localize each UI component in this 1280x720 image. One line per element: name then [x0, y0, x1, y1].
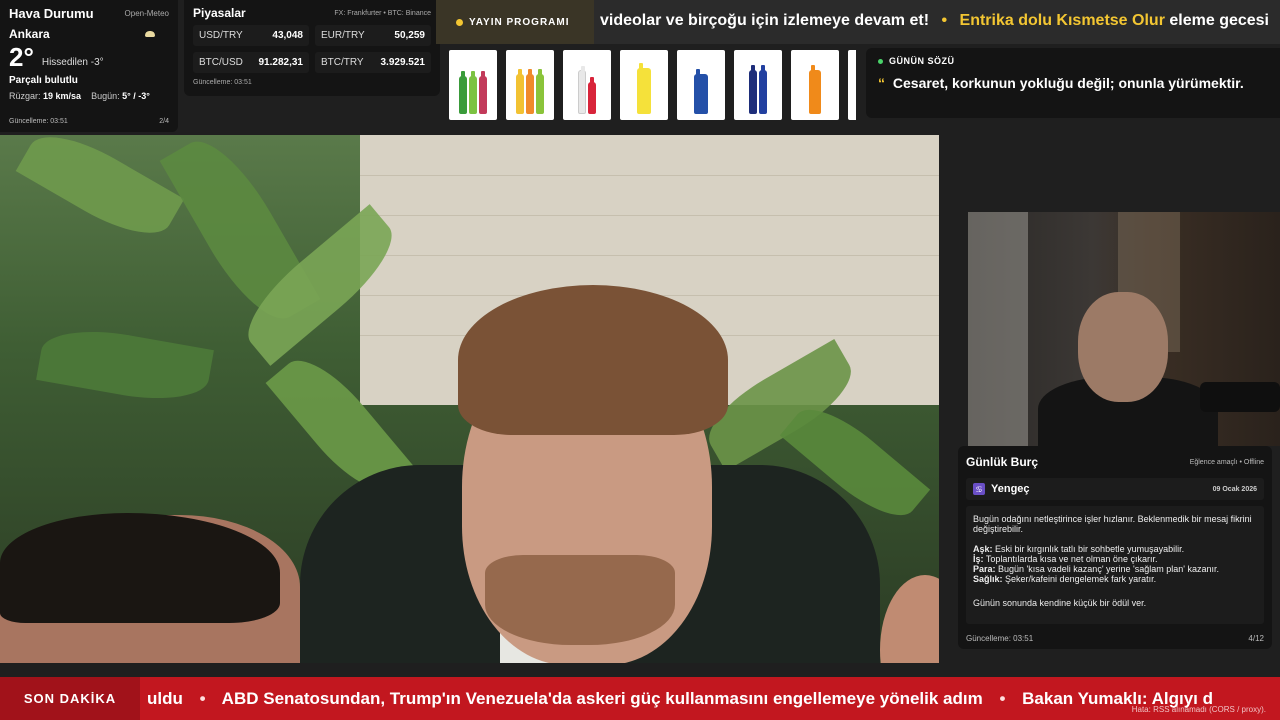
wind-value: 19 km/sa: [43, 91, 82, 101]
market-label: EUR/TRY: [321, 30, 365, 41]
weather-title: Hava Durumu: [9, 6, 94, 21]
zodiac-sign: Yengeç: [991, 483, 1030, 495]
horoscope-page: 4/12: [1248, 634, 1264, 643]
markets-updated: Güncelleme: 03:51: [193, 79, 252, 86]
today-value: 5° / -3°: [122, 91, 150, 101]
product-image: [677, 50, 725, 120]
weather-updated: Güncelleme: 03:51: [9, 118, 68, 125]
product-image: [563, 50, 611, 120]
program-ticker: YAYIN PROGRAMI videolar ve birçoğu için …: [436, 0, 1280, 44]
weather-panel: Hava Durumu Open-Meteo Ankara 2° Hissedi…: [0, 0, 178, 132]
market-value: 50,259: [394, 30, 425, 41]
work-text: Toplantılarda kısa ve net olman öne çıka…: [985, 554, 1158, 564]
ticker-separator: •: [941, 12, 948, 29]
money-text: Bugün 'kısa vadeli kazanç' yerine 'sağla…: [998, 564, 1220, 574]
weather-page: 2/4: [159, 118, 169, 125]
product-image: [734, 50, 782, 120]
horoscope-updated: Güncelleme: 03:51: [966, 634, 1034, 643]
market-value: 91.282,31: [258, 57, 304, 68]
breaking-news-ticker: uldu • ABD Senatosundan, Trump'ın Venezu…: [147, 689, 1213, 709]
health-label: Sağlık:: [973, 574, 1003, 584]
health-text: Şeker/kafeini dengelemek fark yaratır.: [1005, 574, 1157, 584]
news-item: uldu: [147, 689, 183, 708]
person-right: [880, 575, 939, 663]
markets-panel: Piyasalar FX: Frankfurter • BTC: Binance…: [184, 0, 440, 96]
horoscope-tag: Eğlence amaçlı • Offline: [1189, 458, 1264, 466]
market-usd-try: USD/TRY 43,048: [193, 25, 309, 46]
microphone-icon: [1200, 382, 1280, 412]
main-video-feed: [0, 135, 939, 663]
horoscope-body: Bugün odağını netleştirince işler hızlan…: [966, 506, 1264, 624]
weather-temperature: 2°: [9, 42, 34, 72]
weather-source: Open-Meteo: [124, 9, 169, 18]
product-ad-strip: [444, 50, 856, 124]
webcam-door: [968, 212, 1028, 446]
market-value: 43,048: [272, 30, 303, 41]
markets-source: FX: Frankfurter • BTC: Binance: [334, 9, 431, 17]
program-badge: YAYIN PROGRAMI: [436, 0, 594, 44]
rss-error: Hata: RSS alınamadı (CORS / proxy).: [1131, 705, 1266, 714]
product-image: [449, 50, 497, 120]
horoscope-closing: Günün sonunda kendine küçük bir ödül ver…: [973, 598, 1147, 608]
ticker-highlight: Entrika dolu Kısmetse Olur: [959, 12, 1165, 29]
news-separator: •: [999, 689, 1006, 708]
zodiac-sign-icon: ♋: [973, 483, 985, 495]
breaking-news-label: SON DAKİKA: [0, 677, 140, 720]
webcam-person: [1078, 292, 1168, 402]
weather-condition: Parçalı bulutlu: [9, 75, 78, 86]
person-beard: [485, 555, 675, 645]
money-label: Para:: [973, 564, 996, 574]
ticker-item: videolar ve birçoğu için izlemeye devam …: [600, 12, 930, 29]
quote-title: GÜNÜN SÖZÜ: [889, 56, 955, 66]
ticker-item: eleme gecesi: [1169, 12, 1269, 29]
weather-details: Rüzgar: 19 km/sa Bugün: 5° / -3°: [9, 91, 169, 101]
horoscope-title: Günlük Burç: [966, 455, 1039, 469]
market-label: BTC/USD: [199, 57, 243, 68]
love-text: Eski bir kırgınlık tatlı bir sohbetle yu…: [995, 544, 1185, 554]
work-label: İş:: [973, 554, 984, 564]
wind-label: Rüzgar:: [9, 91, 41, 101]
market-label: BTC/TRY: [321, 57, 364, 68]
horoscope-date: 09 Ocak 2026: [1212, 485, 1257, 493]
person-hair: [458, 285, 728, 435]
product-image: [848, 50, 856, 120]
weather-feels-like: Hissedilen -3°: [41, 57, 104, 68]
product-image: [506, 50, 554, 120]
streamer-webcam: [968, 212, 1280, 446]
quote-panel: GÜNÜN SÖZÜ “ Cesaret, korkunun yokluğu d…: [866, 48, 1280, 118]
horoscope-intro: Bugün odağını netleştirince işler hızlan…: [973, 514, 1252, 534]
quote-mark-icon: “: [878, 75, 885, 91]
breaking-news-bar: SON DAKİKA uldu • ABD Senatosundan, Trum…: [0, 677, 1280, 720]
weather-city: Ankara: [9, 27, 50, 41]
market-btc-usd: BTC/USD 91.282,31: [193, 52, 309, 73]
market-eur-try: EUR/TRY 50,259: [315, 25, 431, 46]
news-separator: •: [199, 689, 206, 708]
quote-text: Cesaret, korkunun yokluğu değil; onunla …: [892, 75, 1244, 91]
ticker-text: videolar ve birçoğu için izlemeye devam …: [600, 12, 1269, 30]
markets-title: Piyasalar: [193, 6, 246, 20]
status-dot-icon: [878, 58, 883, 64]
product-image: [620, 50, 668, 120]
market-btc-try: BTC/TRY 3.929.521: [315, 52, 431, 73]
product-image: [791, 50, 839, 120]
today-label: Bugün:: [91, 91, 120, 101]
market-value: 3.929.521: [380, 57, 426, 68]
program-badge-label: YAYIN PROGRAMI: [469, 16, 570, 28]
market-label: USD/TRY: [199, 30, 243, 41]
live-dot-icon: [456, 18, 463, 26]
news-item: ABD Senatosundan, Trump'ın Venezuela'da …: [221, 689, 983, 708]
partly-cloudy-icon: [145, 31, 155, 37]
horoscope-panel: Günlük Burç Eğlence amaçlı • Offline ♋ Y…: [958, 446, 1272, 649]
love-label: Aşk:: [973, 544, 993, 554]
